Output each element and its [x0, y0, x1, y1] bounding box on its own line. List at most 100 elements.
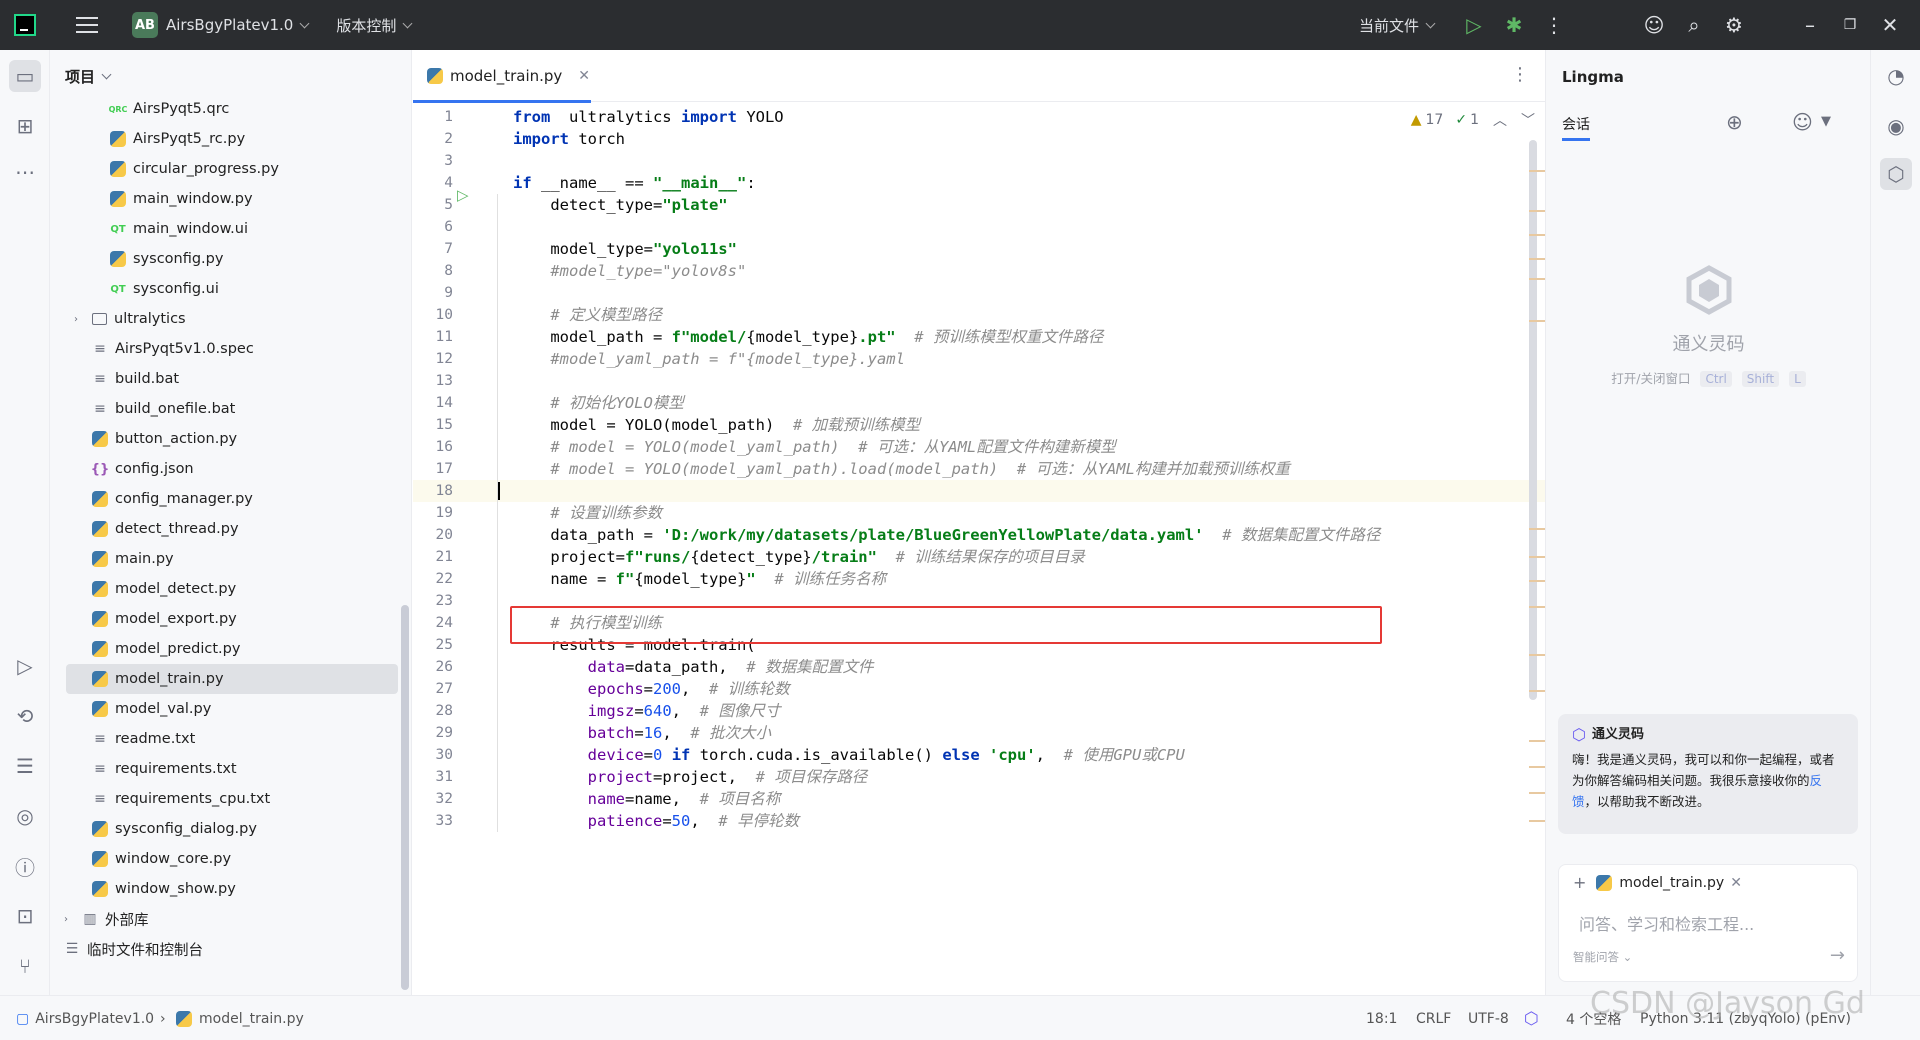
chat-input-placeholder[interactable]: 问答、学习和检索工程...: [1579, 911, 1754, 935]
problems-icon[interactable]: ⓘ: [9, 850, 41, 882]
tree-item[interactable]: {} config.json: [50, 454, 398, 484]
code-token: epochs: [513, 680, 644, 698]
vcs-menu[interactable]: 版本控制: [336, 15, 413, 36]
chevron-down-icon[interactable]: ▼: [1821, 114, 1831, 129]
expand-arrow-icon[interactable]: ›: [74, 314, 88, 325]
new-chat-icon[interactable]: ⊕: [1726, 110, 1743, 134]
debug-icon[interactable]: ✱: [1494, 13, 1534, 37]
project-badge[interactable]: AB: [132, 12, 158, 38]
run-gutter-icon[interactable]: ▷: [457, 186, 469, 204]
key-l: L: [1789, 371, 1806, 387]
tree-item[interactable]: model_train.py: [66, 664, 398, 694]
context-chip[interactable]: + model_train.py ✕: [1573, 873, 1742, 892]
tree-item[interactable]: sysconfig.py: [50, 244, 398, 274]
run-icon[interactable]: ▷: [1454, 13, 1494, 37]
caret-position[interactable]: 18:1: [1366, 996, 1397, 1040]
python-console-icon[interactable]: ⟲: [9, 700, 41, 732]
minimize-icon[interactable]: –: [1790, 13, 1830, 37]
code-token: # 数据集配置文件: [746, 658, 874, 676]
user-icon[interactable]: ☺: [1792, 110, 1813, 134]
tab-chat[interactable]: 会话: [1562, 114, 1590, 134]
tree-item[interactable]: › ▥ 外部库: [50, 904, 398, 934]
tab-model-train[interactable]: model_train.py ✕: [413, 50, 591, 103]
code-line: project=project, # 项目保存路径: [513, 766, 868, 788]
project-folder-icon[interactable]: ▭: [9, 60, 41, 92]
ai-assistant-icon[interactable]: ◉: [1880, 110, 1912, 142]
terminal-icon[interactable]: ⊡: [9, 900, 41, 932]
tree-item[interactable]: › ultralytics: [50, 304, 398, 334]
add-user-icon[interactable]: ☺: [1634, 13, 1674, 37]
editor-scrollbar[interactable]: [1529, 140, 1537, 700]
tree-item[interactable]: ≡ requirements.txt: [50, 754, 398, 784]
mode-selector[interactable]: 智能问答 ⌄: [1573, 949, 1632, 965]
tree-item[interactable]: ≡ readme.txt: [50, 724, 398, 754]
tree-item-label: 临时文件和控制台: [87, 942, 203, 959]
tree-item[interactable]: main_window.py: [50, 184, 398, 214]
breadcrumb-project[interactable]: ▢ AirsBgyPlatev1.0: [16, 996, 154, 1040]
tree-item[interactable]: model_predict.py: [50, 634, 398, 664]
more-options-icon[interactable]: ⋮: [1534, 13, 1574, 37]
run-config-selector[interactable]: 当前文件: [1359, 15, 1436, 36]
tree-item[interactable]: circular_progress.py: [50, 154, 398, 184]
python-file-icon: [92, 551, 108, 567]
settings-gear-icon[interactable]: ⚙: [1714, 13, 1754, 37]
search-icon[interactable]: ⌕: [1674, 13, 1714, 37]
tree-item[interactable]: main.py: [50, 544, 398, 574]
pycharm-logo-icon[interactable]: [14, 14, 36, 36]
lingma-chat-input[interactable]: + model_train.py ✕ 问答、学习和检索工程... 智能问答 ⌄ …: [1558, 864, 1858, 982]
project-scrollbar[interactable]: [401, 605, 409, 990]
tree-item[interactable]: QT sysconfig.ui: [50, 274, 398, 304]
main-menu-icon[interactable]: [76, 17, 98, 33]
tree-item[interactable]: sysconfig_dialog.py: [50, 814, 398, 844]
tree-item[interactable]: model_detect.py: [50, 574, 398, 604]
breadcrumb-file[interactable]: model_train.py: [176, 996, 304, 1040]
notifications-bell-icon[interactable]: ◔: [1880, 60, 1912, 92]
close-icon[interactable]: ✕: [1870, 13, 1910, 37]
tree-item[interactable]: config_manager.py: [50, 484, 398, 514]
send-arrow-icon[interactable]: →: [1830, 945, 1845, 966]
lingma-status-icon[interactable]: ⬡: [1524, 996, 1539, 1040]
run-tool-icon[interactable]: ▷: [9, 650, 41, 682]
structure-icon[interactable]: ⊞: [9, 110, 41, 142]
tree-item[interactable]: QRC AirsPyqt5.qrc: [50, 94, 398, 124]
file-encoding[interactable]: UTF-8: [1468, 996, 1509, 1040]
tab-options-icon[interactable]: ⋮: [1511, 64, 1529, 85]
code-token: # 加载预训练模型: [792, 416, 921, 434]
line-number: 28: [435, 703, 453, 719]
tree-item[interactable]: AirsPyqt5_rc.py: [50, 124, 398, 154]
tree-item-label: ultralytics: [114, 311, 186, 327]
expand-arrow-icon[interactable]: ›: [64, 914, 78, 925]
tree-item[interactable]: ≡ requirements_cpu.txt: [50, 784, 398, 814]
lingma-tool-icon[interactable]: ⬡: [1880, 158, 1912, 190]
git-branch-icon[interactable]: ⑂: [9, 950, 41, 982]
line-separator[interactable]: CRLF: [1416, 996, 1451, 1040]
tree-item[interactable]: detect_thread.py: [50, 514, 398, 544]
code-token: 50: [671, 812, 691, 830]
project-switcher[interactable]: AirsBgyPlatev1.0: [166, 16, 310, 34]
tree-item[interactable]: ≡ build.bat: [50, 364, 398, 394]
remove-context-icon[interactable]: ✕: [1730, 875, 1742, 891]
code-area[interactable]: from ultralytics import YOLO import torch…: [498, 102, 1508, 995]
add-context-icon[interactable]: +: [1573, 873, 1586, 892]
next-highlight-icon[interactable]: ﹀: [1521, 110, 1535, 130]
code-line: batch=16, # 批次大小: [513, 722, 771, 744]
tree-item[interactable]: window_show.py: [50, 874, 398, 904]
previous-highlight-icon[interactable]: ︿: [1493, 110, 1507, 130]
layers-icon[interactable]: ☰: [9, 750, 41, 782]
tree-item[interactable]: model_val.py: [50, 694, 398, 724]
tab-close-icon[interactable]: ✕: [578, 68, 590, 84]
services-icon[interactable]: ◎: [9, 800, 41, 832]
tree-item[interactable]: ☰ 临时文件和控制台: [50, 934, 398, 964]
code-token: # 数据集配置文件路径: [1203, 526, 1381, 544]
tree-item[interactable]: QT main_window.ui: [50, 214, 398, 244]
tree-item[interactable]: button_action.py: [50, 424, 398, 454]
tree-item[interactable]: model_export.py: [50, 604, 398, 634]
inspection-widget[interactable]: ▲ 17 ✓ 1 ︿ ﹀: [1411, 110, 1535, 130]
tree-item[interactable]: ≡ AirsPyqt5v1.0.spec: [50, 334, 398, 364]
tree-item[interactable]: window_core.py: [50, 844, 398, 874]
more-tools-icon[interactable]: ⋯: [9, 156, 41, 188]
lingma-welcome-card: ⬡ 通义灵码 嗨！我是通义灵码，我可以和你一起编程，或者为你解答编码相关问题。我…: [1558, 714, 1858, 834]
code-token: # 批次大小: [690, 724, 772, 742]
tree-item[interactable]: ≡ build_onefile.bat: [50, 394, 398, 424]
restore-icon[interactable]: ❐: [1830, 17, 1870, 33]
